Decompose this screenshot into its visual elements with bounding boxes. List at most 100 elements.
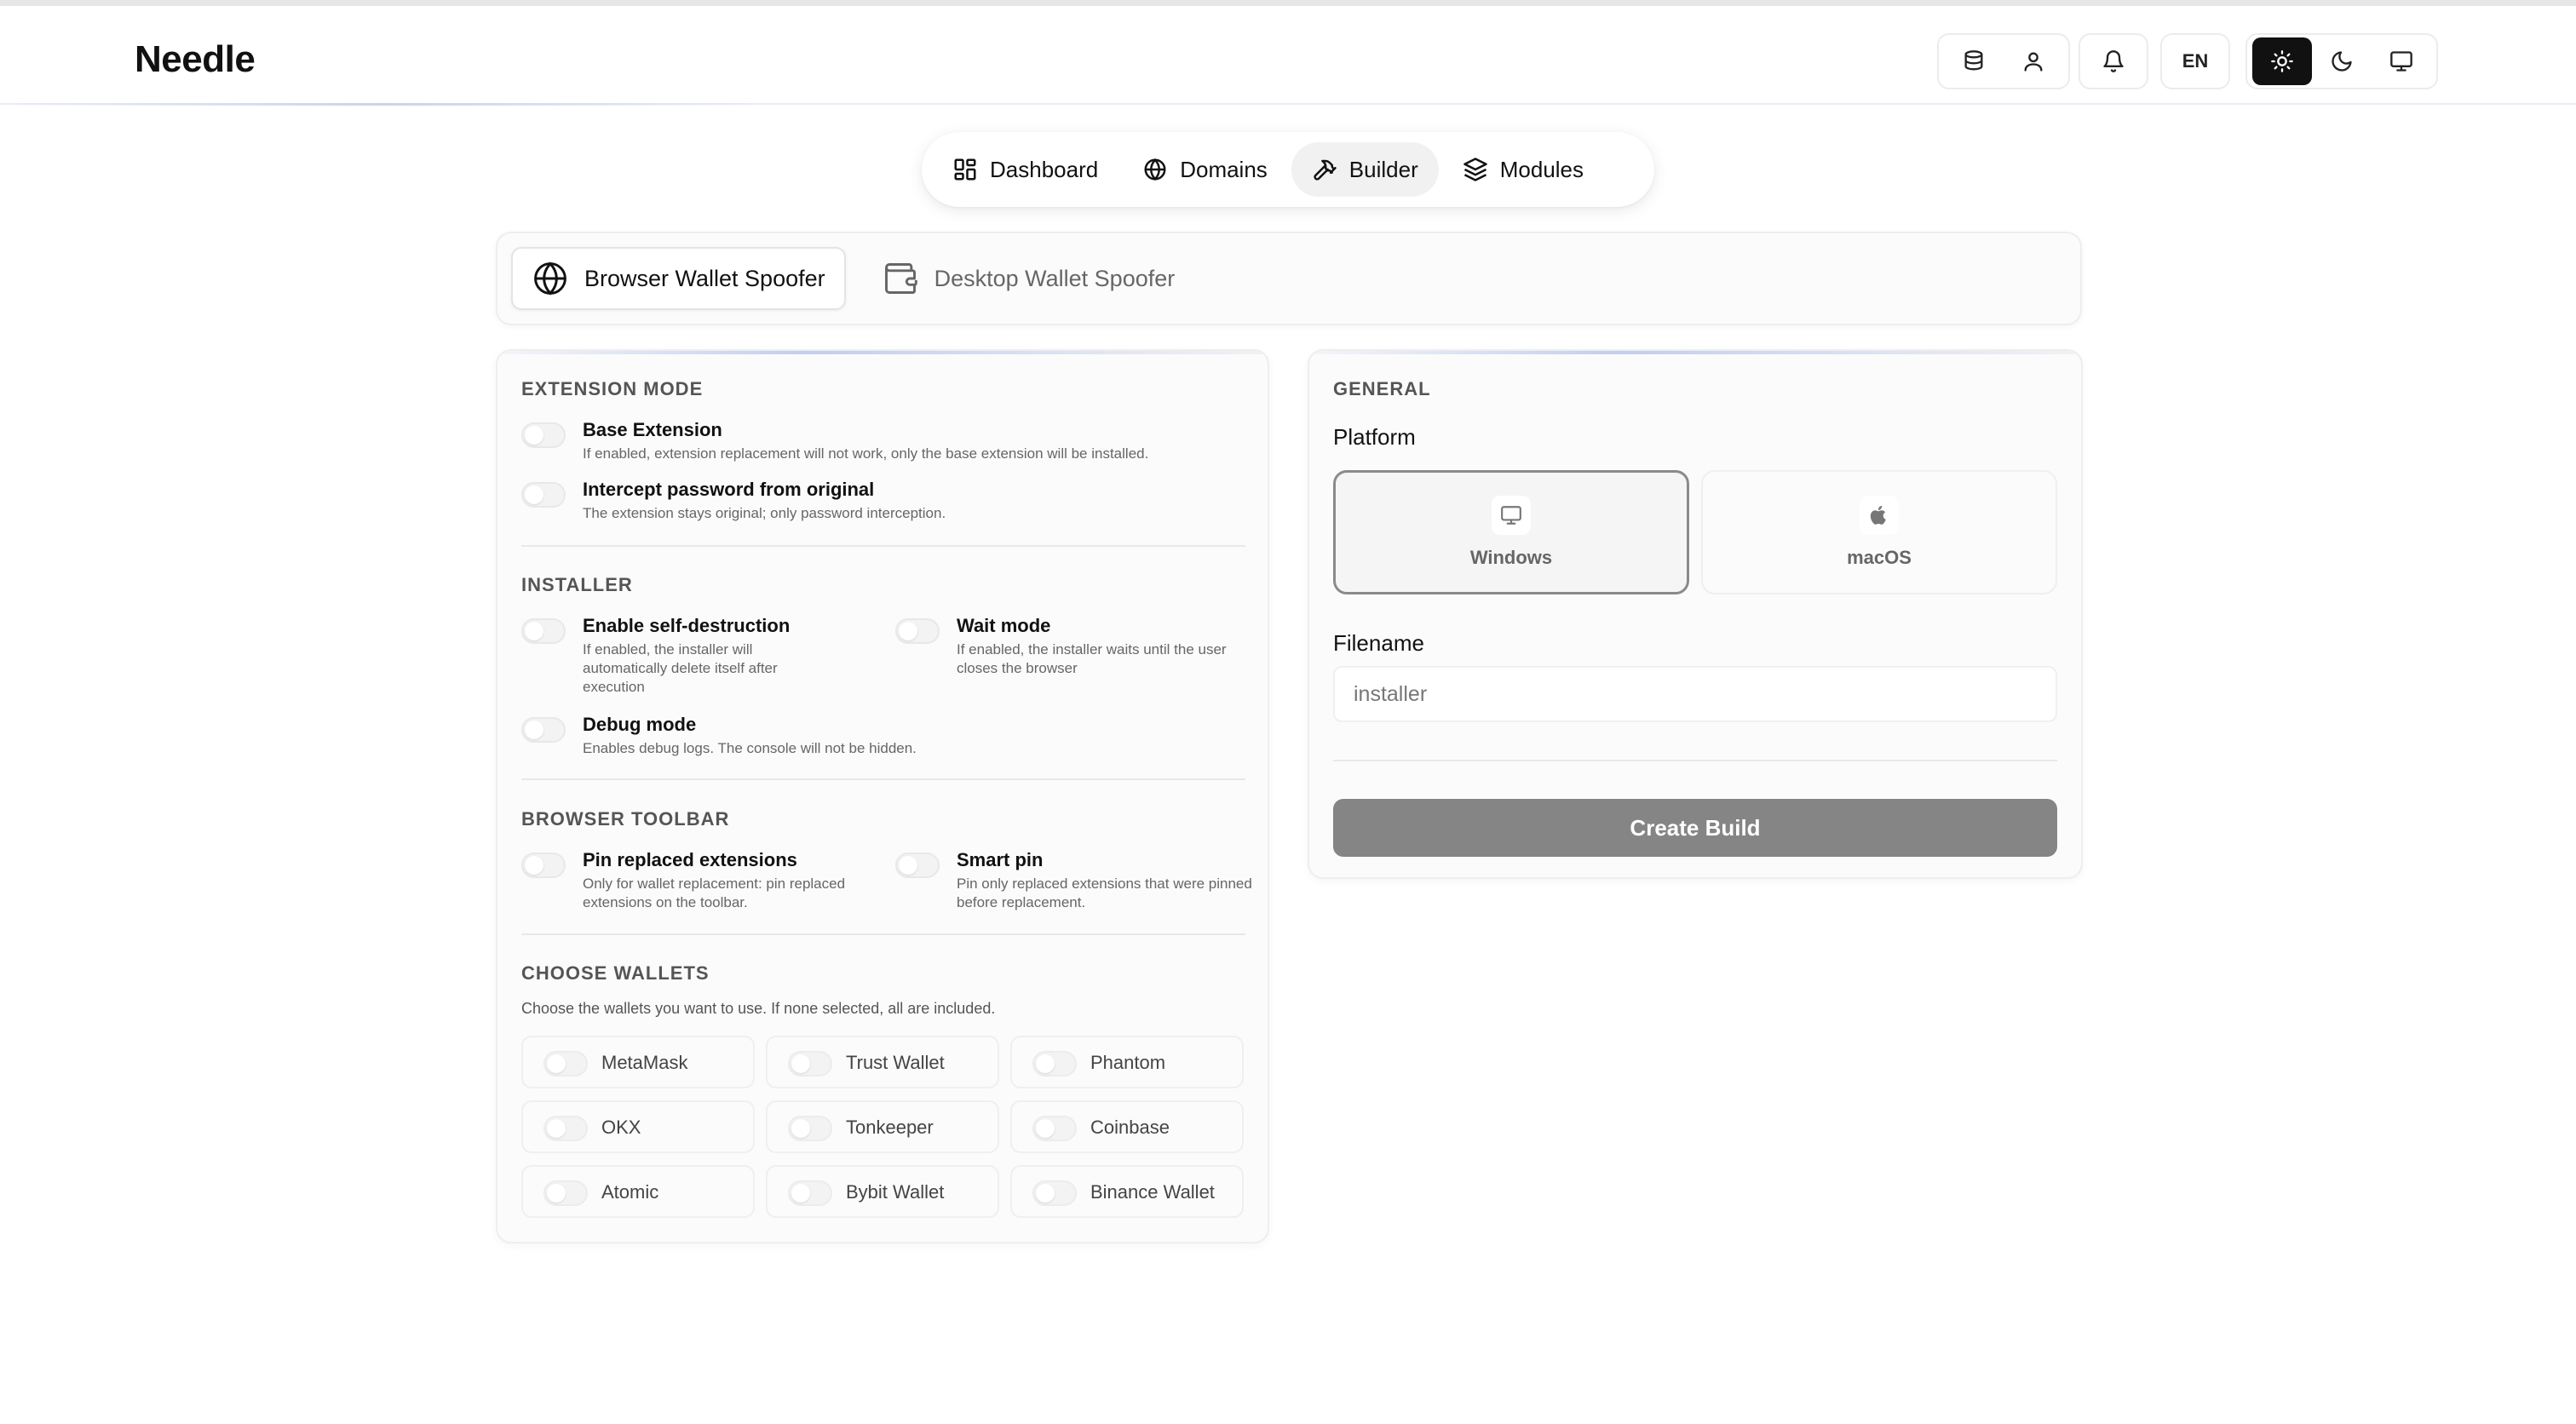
monitor-icon (1492, 496, 1531, 535)
debug-mode-label: Debug mode (583, 714, 697, 735)
platform-label: Platform (1333, 424, 1416, 450)
nav-dashboard[interactable]: Dashboard (932, 142, 1118, 197)
wallet-label: Bybit Wallet (846, 1181, 945, 1203)
option-base-extension: Base Extension If enabled, extension rep… (521, 419, 1245, 462)
wait-mode-toggle[interactable] (895, 618, 940, 644)
base-extension-toggle[interactable] (521, 422, 566, 448)
wallet-toggle[interactable] (788, 1180, 832, 1206)
builder-tabs: Browser Wallet Spoofer Desktop Wallet Sp… (496, 232, 2082, 325)
theme-light-button[interactable] (2252, 37, 2312, 85)
wallet-option-binance-wallet[interactable]: Binance Wallet (1010, 1165, 1244, 1218)
section-title-choose-wallets: CHOOSE WALLETS (521, 962, 710, 984)
header-group-language: EN (2160, 33, 2230, 89)
pin-replaced-desc: Only for wallet replacement: pin replace… (583, 876, 846, 910)
wallet-toggle[interactable] (788, 1051, 832, 1077)
section-title-browser-toolbar: BROWSER TOOLBAR (521, 808, 730, 830)
wallet-option-tonkeeper[interactable]: Tonkeeper (766, 1100, 999, 1153)
tab-browser-wallet-spoofer[interactable]: Browser Wallet Spoofer (511, 247, 846, 310)
option-smart-pin: Smart pin Pin only replaced extensions t… (895, 849, 1253, 910)
wallet-toggle[interactable] (1032, 1051, 1077, 1077)
app-root: Needle EN Dashboard Domains Builder Modu… (0, 0, 2576, 1424)
wallet-option-coinbase[interactable]: Coinbase (1010, 1100, 1244, 1153)
user-icon (2024, 52, 2043, 72)
notifications-button[interactable] (2084, 37, 2143, 85)
wallet-toggle[interactable] (543, 1180, 588, 1206)
wallet-option-trust-wallet[interactable]: Trust Wallet (766, 1036, 999, 1088)
wallet-toggle[interactable] (1032, 1180, 1077, 1206)
divider (521, 933, 1245, 935)
sun-icon (2271, 50, 2293, 72)
wallet-option-metamask[interactable]: MetaMask (521, 1036, 755, 1088)
database-button[interactable] (1944, 37, 2004, 85)
section-title-extension-mode: EXTENSION MODE (521, 378, 704, 399)
filename-label: Filename (1333, 630, 1424, 656)
wallet-toggle[interactable] (788, 1116, 832, 1141)
smart-pin-toggle[interactable] (895, 853, 940, 878)
wallet-option-bybit-wallet[interactable]: Bybit Wallet (766, 1165, 999, 1218)
self-destruction-desc: If enabled, the installer will automatic… (583, 641, 778, 695)
language-button[interactable]: EN (2165, 37, 2225, 85)
nav-dashboard-label: Dashboard (990, 156, 1099, 182)
base-extension-desc: If enabled, extension replacement will n… (583, 445, 1149, 462)
debug-mode-desc: Enables debug logs. The console will not… (583, 740, 917, 756)
smart-pin-desc: Pin only replaced extensions that were p… (957, 876, 1252, 910)
platform-windows-label: Windows (1469, 547, 1553, 568)
nav-builder-label: Builder (1348, 156, 1418, 182)
tab-desktop-wallet-spoofer[interactable]: Desktop Wallet Spoofer (863, 247, 1194, 310)
divider (1333, 760, 2057, 761)
option-wait-mode: Wait mode If enabled, the installer wait… (895, 615, 1253, 676)
platform-option-windows[interactable]: Windows (1333, 470, 1689, 594)
globe-icon (1144, 158, 1166, 181)
apple-icon (1860, 496, 1899, 535)
nav-domains[interactable]: Domains (1122, 142, 1288, 197)
nav-builder[interactable]: Builder (1291, 142, 1439, 197)
nav-modules-label: Modules (1499, 156, 1584, 182)
pin-replaced-toggle[interactable] (521, 853, 566, 878)
nav-domains-label: Domains (1180, 156, 1268, 182)
card-accent-line (497, 351, 1268, 354)
bell-icon (2103, 50, 2124, 72)
section-title-installer: INSTALLER (521, 574, 633, 595)
theme-system-button[interactable] (2372, 37, 2431, 85)
wait-mode-desc: If enabled, the installer waits until th… (957, 641, 1227, 676)
card-accent-line (1309, 351, 2081, 354)
wallet-option-atomic[interactable]: Atomic (521, 1165, 755, 1218)
divider (521, 778, 1245, 780)
wallet-label: MetaMask (601, 1052, 688, 1073)
filename-input[interactable] (1333, 666, 2057, 722)
self-destruction-toggle[interactable] (521, 618, 566, 644)
database-icon (1964, 50, 1983, 71)
header-group-data-user (1937, 33, 2070, 89)
option-pin-replaced: Pin replaced extensions Only for wallet … (521, 849, 879, 910)
section-title-general: GENERAL (1333, 378, 1431, 399)
wallet-label: OKX (601, 1117, 641, 1138)
theme-dark-button[interactable] (2312, 37, 2372, 85)
top-header: Needle EN (0, 6, 2576, 105)
wallet-option-phantom[interactable]: Phantom (1010, 1036, 1244, 1088)
platform-option-macos[interactable]: macOS (1701, 470, 2057, 594)
header-group-notifications (2079, 33, 2148, 89)
intercept-password-toggle[interactable] (521, 482, 566, 508)
brand-logo[interactable]: Needle (135, 38, 256, 81)
intercept-password-label: Intercept password from original (583, 479, 875, 500)
wallet-option-okx[interactable]: OKX (521, 1100, 755, 1153)
wallet-icon (884, 263, 917, 294)
nav-modules[interactable]: Modules (1442, 142, 1604, 197)
wallet-label: Binance Wallet (1090, 1181, 1215, 1203)
wallet-label: Tonkeeper (846, 1117, 934, 1138)
wallet-toggle[interactable] (543, 1116, 588, 1141)
option-self-destruction: Enable self-destruction If enabled, the … (521, 615, 879, 695)
dashboard-grid-icon (954, 158, 976, 181)
theme-switcher (2245, 33, 2438, 89)
hammer-icon (1314, 159, 1337, 181)
intercept-password-desc: The extension stays original; only passw… (583, 505, 946, 521)
wallet-label: Coinbase (1090, 1117, 1170, 1138)
user-button[interactable] (2004, 37, 2063, 85)
tab-browser-wallet-spoofer-label: Browser Wallet Spoofer (584, 265, 825, 291)
self-destruction-label: Enable self-destruction (583, 615, 791, 636)
debug-mode-toggle[interactable] (521, 717, 566, 743)
option-debug-mode: Debug mode Enables debug logs. The conso… (521, 714, 1245, 756)
create-build-button[interactable]: Create Build (1333, 799, 2057, 857)
wallet-toggle[interactable] (543, 1051, 588, 1077)
wallet-toggle[interactable] (1032, 1116, 1077, 1141)
